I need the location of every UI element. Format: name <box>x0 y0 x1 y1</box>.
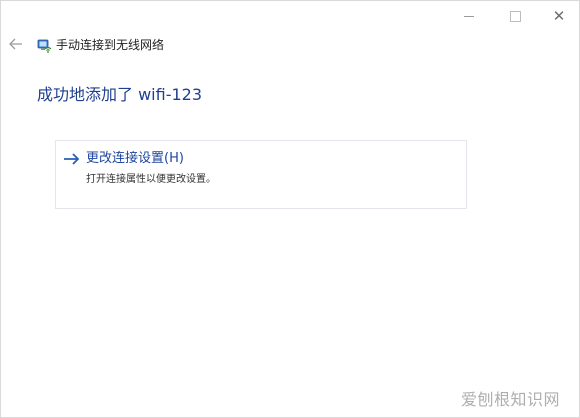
wifi-network-icon <box>37 39 52 53</box>
close-button[interactable]: ✕ <box>539 1 579 31</box>
command-link-title: 更改连接设置(H) <box>86 151 184 166</box>
wizard-title: 手动连接到无线网络 <box>56 38 165 52</box>
watermark: 爱刨根知识网 <box>460 390 560 409</box>
maximize-icon <box>509 10 521 22</box>
maximize-button[interactable] <box>495 1 535 31</box>
wizard-window: ✕ 手动连接到无线网络 成功地添加了 wifi-123 更改连接设置(H) 打开… <box>0 0 580 418</box>
minimize-button[interactable] <box>449 1 489 31</box>
back-arrow-icon <box>9 38 22 50</box>
page-title: 成功地添加了 wifi-123 <box>37 85 203 104</box>
close-icon: ✕ <box>552 6 566 25</box>
back-button[interactable] <box>7 35 25 53</box>
minimize-icon <box>464 15 474 17</box>
right-arrow-icon <box>64 153 80 165</box>
command-link-description: 打开连接属性以便更改设置。 <box>86 174 216 185</box>
change-connection-settings-link[interactable]: 更改连接设置(H) 打开连接属性以便更改设置。 <box>55 140 467 209</box>
